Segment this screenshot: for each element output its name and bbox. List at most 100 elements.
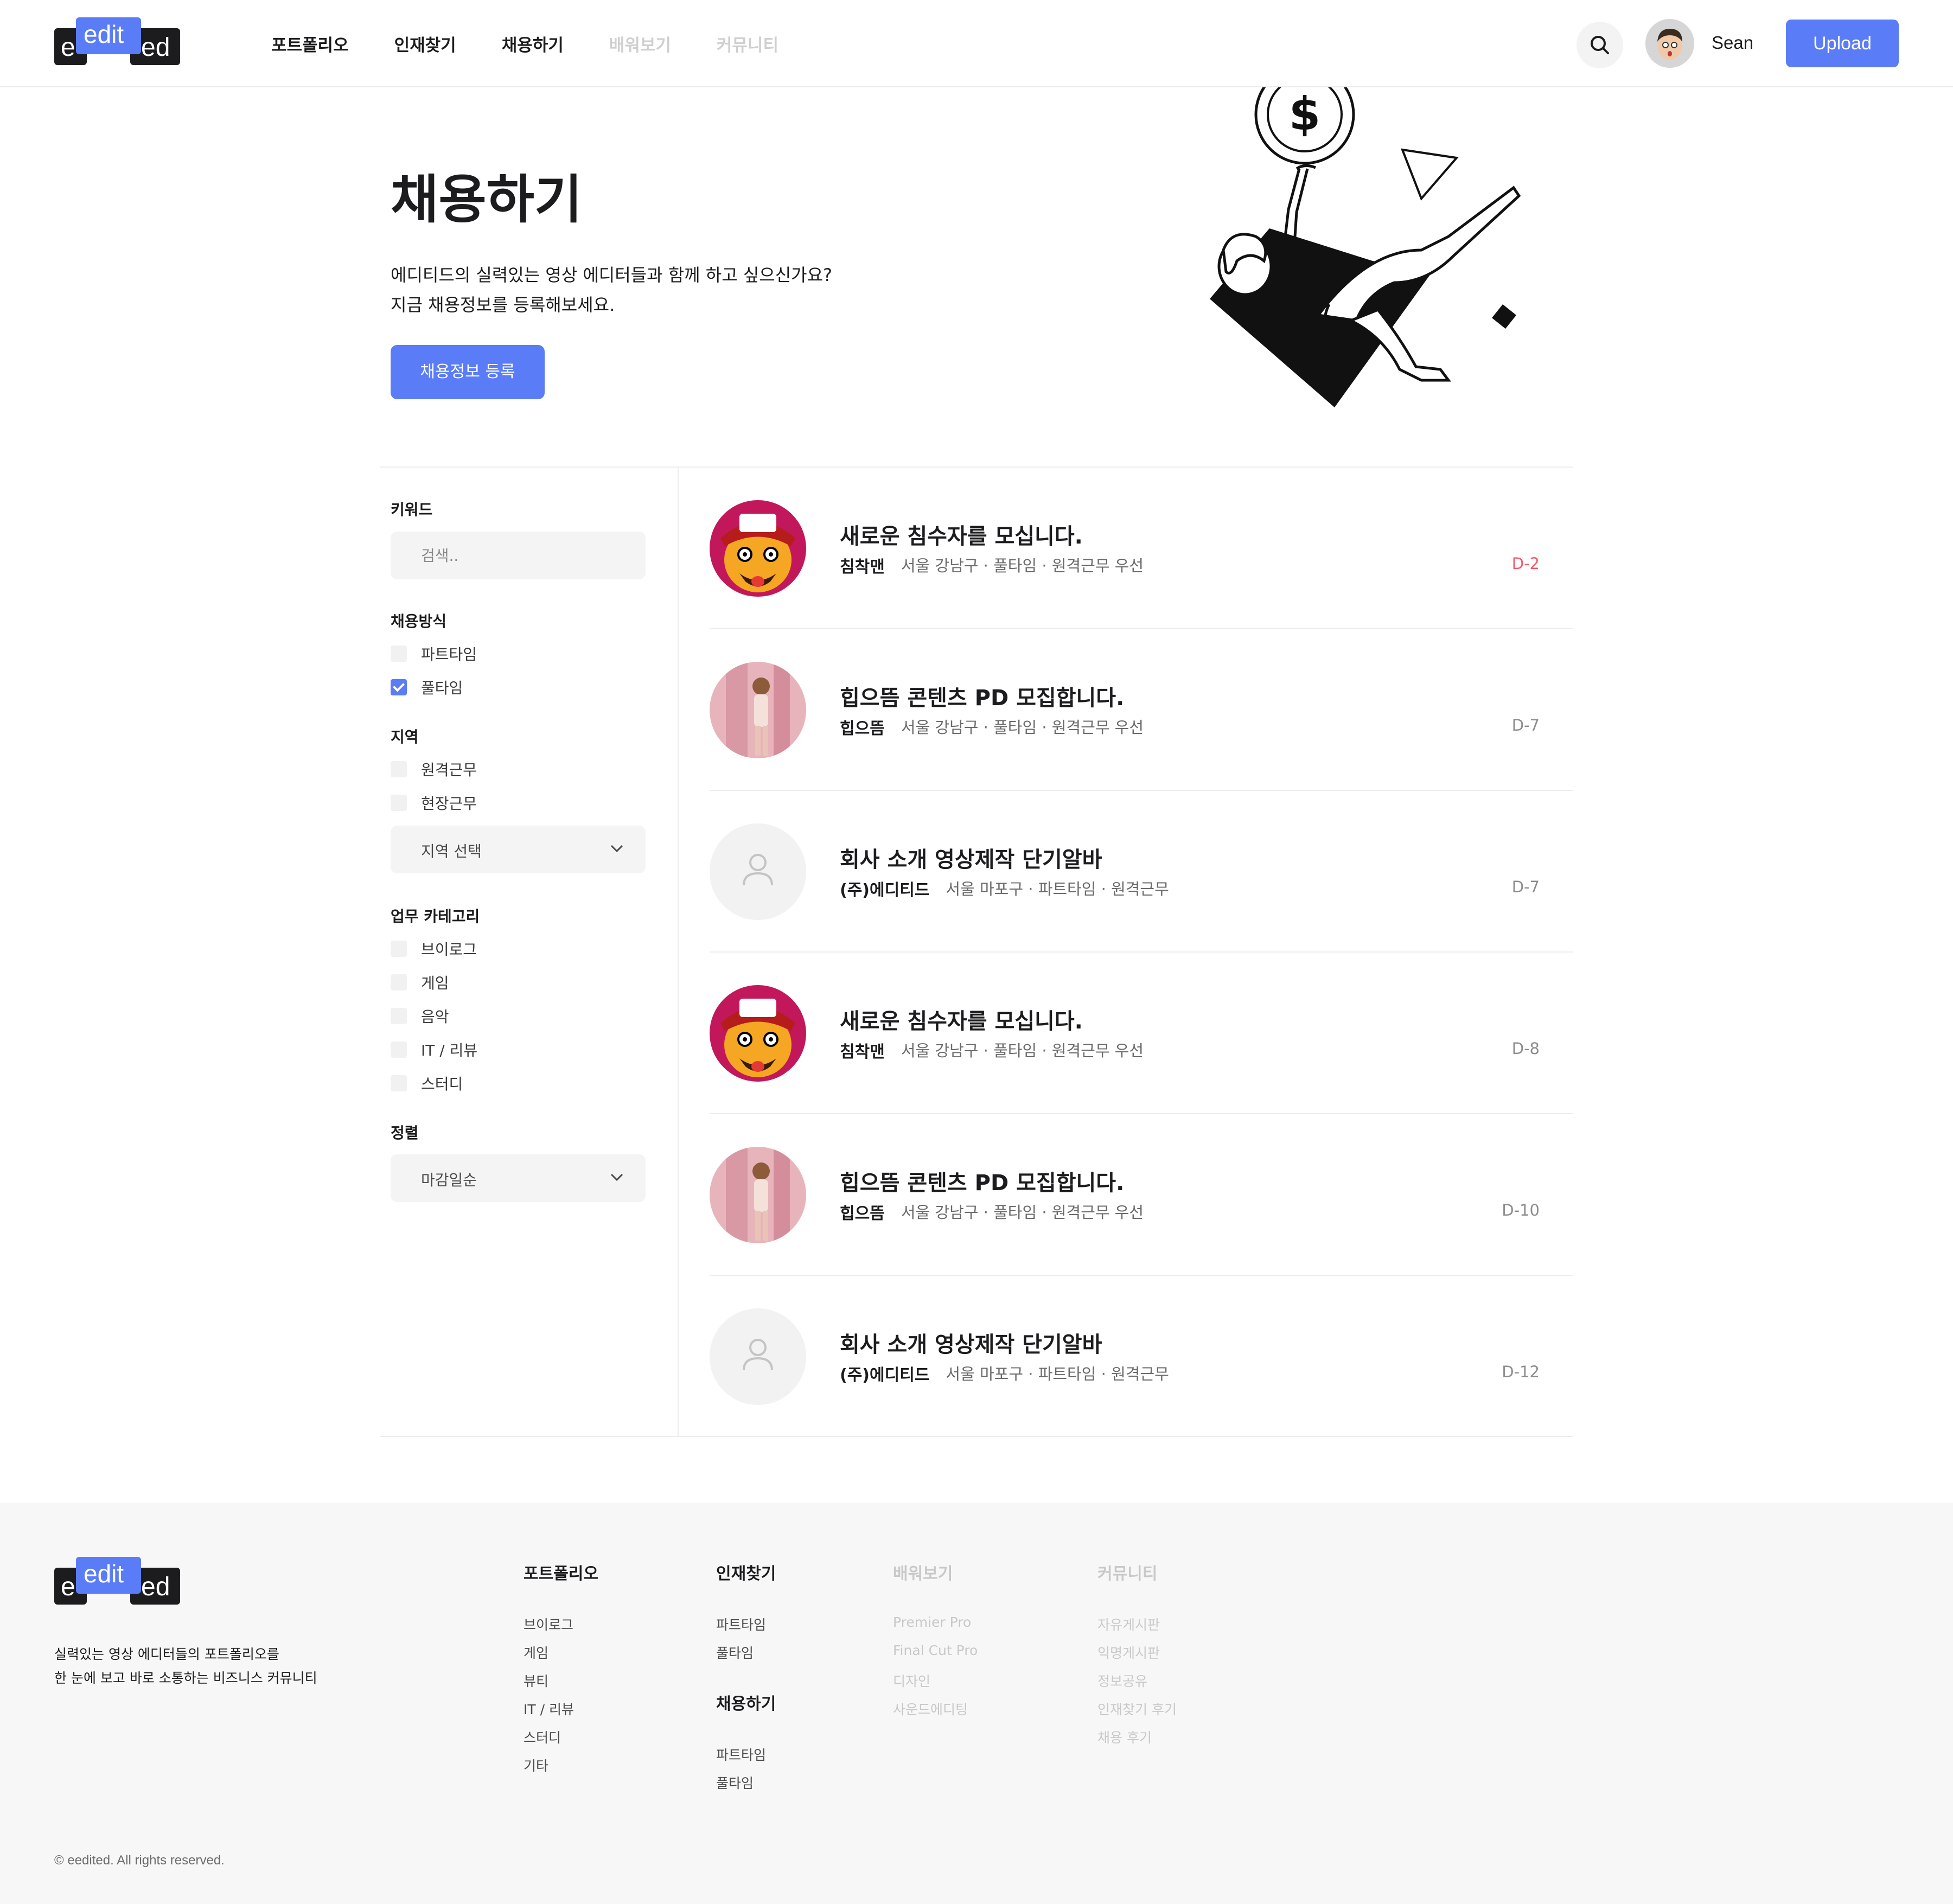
user-placeholder-icon [710, 1308, 806, 1405]
user-placeholder-icon [710, 823, 806, 920]
footer-link[interactable]: 파트타임 [716, 1745, 776, 1773]
job-list-item[interactable]: 힙으뜸 콘텐츠 PD 모집합니다. 힙으뜸 서울 강남구 · 풀타임 · 원격근… [710, 1114, 1573, 1276]
footer-col-title[interactable]: 채용하기 [716, 1690, 776, 1714]
footer-col-title[interactable]: 포트폴리오 [524, 1560, 598, 1584]
checkbox-checked[interactable] [391, 679, 407, 695]
footer-link[interactable]: 채용 후기 [1097, 1727, 1177, 1755]
checkbox-music[interactable]: 음악 [391, 1005, 449, 1027]
checkbox[interactable] [391, 761, 407, 777]
checkbox-vlog[interactable]: 브이로그 [391, 938, 477, 960]
job-list-item[interactable]: 새로운 침수자를 모십니다. 침착맨 서울 강남구 · 풀타임 · 원격근무 우… [710, 953, 1573, 1114]
job-list-item[interactable]: 힙으뜸 콘텐츠 PD 모집합니다. 힙으뜸 서울 강남구 · 풀타임 · 원격근… [710, 629, 1573, 791]
checkbox[interactable] [391, 646, 407, 662]
filter-label-region: 지역 [391, 728, 419, 746]
copyright: © eedited. All rights reserved. [54, 1853, 225, 1868]
job-meta: 침착맨 서울 강남구 · 풀타임 · 원격근무 우선 [840, 553, 1144, 577]
job-title[interactable]: 힙으뜸 콘텐츠 PD 모집합니다. [840, 1165, 1124, 1197]
job-info: 서울 강남구 · 풀타임 · 원격근무 우선 [901, 557, 1144, 575]
footer-link[interactable]: 풀타임 [716, 1643, 776, 1671]
footer-link[interactable]: 게임 [524, 1643, 598, 1671]
filter-label-sort: 정렬 [391, 1124, 419, 1142]
job-company: (주)에디티드 [840, 1366, 930, 1385]
checkbox-part-time[interactable]: 파트타임 [391, 643, 477, 665]
nav-item-learn[interactable]: 배워보기 [609, 31, 671, 56]
company-logo [710, 823, 806, 920]
footer-col-learn: 배워보기 Premier Pro Final Cut Pro 디자인 사운드에디… [893, 1560, 978, 1727]
footer-col-title[interactable]: 커뮤니티 [1097, 1560, 1177, 1584]
footer-link[interactable]: 기타 [524, 1755, 598, 1784]
company-logo [710, 985, 806, 1082]
company-logo [710, 1147, 806, 1243]
footer-link[interactable]: 브이로그 [524, 1614, 598, 1643]
job-title[interactable]: 새로운 침수자를 모십니다. [840, 519, 1083, 550]
search-button[interactable] [1577, 22, 1623, 68]
checkbox-onsite[interactable]: 현장근무 [391, 792, 477, 814]
post-job-button[interactable]: 채용정보 등록 [391, 345, 545, 399]
job-list-item[interactable]: 회사 소개 영상제작 단기알바 (주)에디티드 서울 마포구 · 파트타임 · … [710, 1276, 1573, 1436]
checkbox[interactable] [391, 1008, 407, 1024]
footer-link[interactable]: 익명게시판 [1097, 1643, 1177, 1671]
keyword-search-input[interactable] [391, 532, 646, 579]
footer-link[interactable]: 스터디 [524, 1727, 598, 1755]
checkbox-game[interactable]: 게임 [391, 972, 449, 993]
chevron-down-icon [610, 845, 623, 853]
footer-link[interactable]: 파트타임 [716, 1614, 776, 1643]
footer-link[interactable]: 자유게시판 [1097, 1614, 1177, 1643]
job-title[interactable]: 새로운 침수자를 모십니다. [840, 1004, 1083, 1035]
eedited-logo[interactable]: e edit ed [54, 17, 180, 66]
job-meta: 힙으뜸 서울 강남구 · 풀타임 · 원격근무 우선 [840, 715, 1144, 739]
job-title[interactable]: 힙으뜸 콘텐츠 PD 모집합니다. [840, 680, 1124, 712]
region-select[interactable]: 지역 선택 [391, 826, 646, 873]
footer-col-title[interactable]: 배워보기 [893, 1560, 978, 1584]
job-list-item[interactable]: 회사 소개 영상제작 단기알바 (주)에디티드 서울 마포구 · 파트타임 · … [710, 791, 1573, 953]
nav-item-community[interactable]: 커뮤니티 [717, 31, 778, 56]
company-logo [710, 500, 806, 597]
footer-link[interactable]: 풀타임 [716, 1773, 776, 1801]
avatar-face-icon [1645, 19, 1694, 68]
checkbox-full-time[interactable]: 풀타임 [391, 676, 463, 698]
footer-link[interactable]: 뷰티 [524, 1671, 598, 1699]
footer-link[interactable]: Final Cut Pro [893, 1643, 978, 1671]
job-meta: (주)에디티드 서울 마포구 · 파트타임 · 원격근무 [840, 1362, 1169, 1385]
nav-item-find-talent[interactable]: 인재찾기 [394, 31, 456, 56]
hero-description-line1: 에디티드의 실력있는 영상 에디터들과 함께 하고 싶으신가요? [391, 265, 833, 285]
main-nav: 포트폴리오 인재찾기 채용하기 배워보기 커뮤니티 [271, 31, 824, 56]
checkbox[interactable] [391, 1075, 407, 1091]
hero-description-line2: 지금 채용정보를 등록해보세요. [391, 295, 615, 315]
user-avatar[interactable] [1645, 19, 1694, 68]
footer-link[interactable]: 정보공유 [1097, 1671, 1177, 1699]
username[interactable]: Sean [1712, 33, 1753, 53]
footer-col-title[interactable]: 인재찾기 [716, 1560, 776, 1584]
checkbox-it-review[interactable]: IT / 리뷰 [391, 1039, 477, 1060]
checkbox[interactable] [391, 795, 407, 811]
nav-item-hiring[interactable]: 채용하기 [502, 31, 564, 56]
upload-button[interactable]: Upload [1786, 20, 1899, 67]
company-logo [710, 1308, 806, 1405]
footer-link[interactable]: IT / 리뷰 [524, 1699, 598, 1727]
footer: e edit ed 실력있는 영상 에디터들의 포트폴리오를 한 눈에 보고 바… [0, 1503, 1953, 1904]
footer-link[interactable]: 사운드에디팅 [893, 1699, 978, 1727]
footer-link[interactable]: 디자인 [893, 1671, 978, 1699]
checkbox[interactable] [391, 941, 407, 957]
job-company: 힙으뜸 [840, 719, 885, 738]
job-deadline: D-8 [1511, 1039, 1540, 1058]
job-deadline: D-7 [1511, 878, 1540, 896]
job-list-item[interactable]: 새로운 침수자를 모십니다. 침착맨 서울 강남구 · 풀타임 · 원격근무 우… [710, 468, 1573, 629]
hero-illustration: $ [1210, 87, 1521, 407]
footer-link[interactable]: Premier Pro [893, 1614, 978, 1643]
checkbox[interactable] [391, 1042, 407, 1058]
job-title[interactable]: 회사 소개 영상제작 단기알바 [840, 1327, 1102, 1358]
footer-tagline: 실력있는 영상 에디터들의 포트폴리오를 한 눈에 보고 바로 소통하는 비즈니… [54, 1646, 317, 1686]
sort-select[interactable]: 마감일순 [391, 1154, 646, 1202]
job-meta: 힙으뜸 서울 강남구 · 풀타임 · 원격근무 우선 [840, 1200, 1144, 1224]
nav-item-portfolio[interactable]: 포트폴리오 [271, 31, 349, 56]
checkbox-study[interactable]: 스터디 [391, 1072, 463, 1094]
job-company: (주)에디티드 [840, 881, 930, 900]
checkbox[interactable] [391, 974, 407, 991]
footer-logo[interactable]: e edit ed [54, 1557, 180, 1606]
footer-link[interactable]: 인재찾기 후기 [1097, 1699, 1177, 1727]
job-meta: 침착맨 서울 강남구 · 풀타임 · 원격근무 우선 [840, 1038, 1144, 1062]
job-title[interactable]: 회사 소개 영상제작 단기알바 [840, 842, 1102, 873]
checkbox-remote[interactable]: 원격근무 [391, 758, 477, 780]
cartoon-face-icon [710, 985, 806, 1082]
